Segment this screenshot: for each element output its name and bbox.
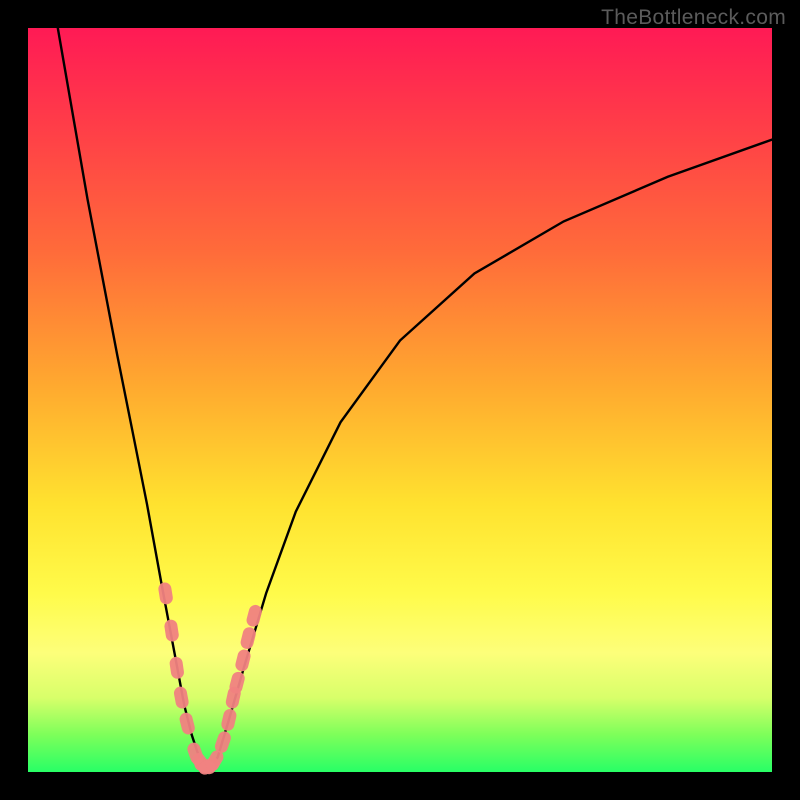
watermark-text: TheBottleneck.com (601, 6, 786, 30)
highlight-markers (157, 582, 263, 777)
bottleneck-curve (58, 28, 772, 768)
marker-dot (157, 582, 173, 606)
marker-dot (169, 656, 185, 680)
marker-dot (178, 711, 196, 736)
curve-left-branch (58, 28, 203, 768)
marker-dot (173, 686, 190, 710)
curve-right-branch (210, 140, 772, 769)
marker-dot (220, 708, 238, 732)
marker-dot (245, 603, 263, 628)
plot-area (28, 28, 772, 772)
marker-dot (164, 619, 180, 643)
chart-frame: TheBottleneck.com (0, 0, 800, 800)
curve-layer (28, 28, 772, 772)
